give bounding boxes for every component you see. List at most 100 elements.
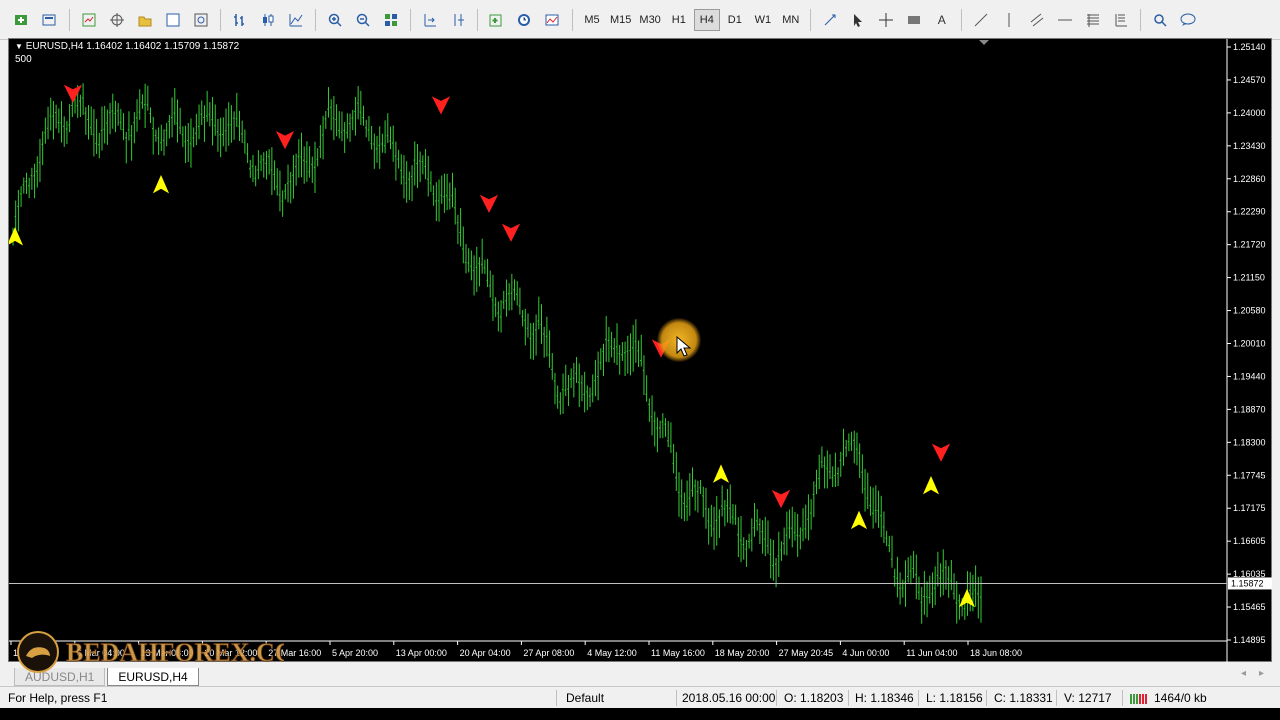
status-divider — [918, 690, 919, 706]
traffic-text: 1464/0 kb — [1154, 691, 1207, 705]
buy-signal-arrow — [922, 475, 940, 495]
navigator-icon[interactable] — [105, 9, 129, 31]
timeframe-m30-button[interactable]: M30 — [636, 9, 663, 31]
chart-window[interactable]: 1.25140 1.24570 1.24000 1.23430 1.22860 1.222… — [8, 38, 1273, 663]
fibonacci-icon[interactable] — [1081, 9, 1105, 31]
toolbar-separator — [315, 8, 316, 31]
sell-signal-arrow — [931, 443, 951, 462]
timeframe-m5-button[interactable]: M5 — [579, 9, 605, 31]
chat-icon[interactable] — [1176, 9, 1200, 31]
toolbar-separator — [220, 8, 221, 31]
text-icon[interactable]: A — [930, 9, 954, 31]
data-window-icon[interactable] — [133, 9, 157, 31]
timeframe-w1-button[interactable]: W1 — [750, 9, 776, 31]
bar-datetime: 2018.05.16 00:00 — [682, 691, 776, 705]
status-bar: For Help, press F1 Default 2018.05.16 00… — [0, 686, 1280, 708]
sell-signal-arrow — [501, 223, 521, 242]
time-axis-label: 27 May 20:45 — [779, 648, 834, 658]
toolbar-separator — [1139, 8, 1141, 31]
vertical-line-icon[interactable] — [997, 9, 1021, 31]
tab-scroll-right-icon[interactable]: ▸ — [1259, 668, 1264, 679]
status-divider — [986, 690, 987, 706]
profile-name[interactable]: Default — [566, 691, 604, 705]
time-axis-label: 13 Mar 08:00 — [141, 648, 194, 658]
sell-signal-arrow — [431, 96, 451, 115]
zoom-in-icon[interactable] — [323, 9, 347, 31]
price-axis-label: 1.21150 — [1233, 273, 1265, 283]
zoom-out-icon[interactable] — [351, 9, 375, 31]
tab-label: EURUSD,H4 — [118, 669, 188, 684]
profiles-icon[interactable] — [38, 9, 62, 31]
toolbar-separator — [572, 8, 573, 31]
status-divider — [1056, 690, 1057, 706]
price-axis-label: 1.15465 — [1233, 602, 1266, 612]
line-chart-icon[interactable] — [284, 9, 308, 31]
gann-icon[interactable] — [1109, 9, 1133, 31]
trendline-icon[interactable] — [969, 9, 993, 31]
main-toolbar: M5 M15 M30 H1 H4 D1 W1 MN A — [0, 0, 1280, 40]
toolbar-separator — [69, 8, 70, 31]
tab-label: AUDUSD,H1 — [25, 669, 95, 684]
time-axis-label: 13 Apr 00:00 — [396, 648, 447, 658]
buy-signal-arrow — [712, 464, 730, 483]
status-divider — [776, 690, 777, 706]
tab-scroll-left-icon[interactable]: ◂ — [1241, 668, 1246, 679]
price-axis-label: 1.22860 — [1233, 174, 1266, 184]
new-chart-icon[interactable] — [10, 9, 34, 31]
chart-canvas[interactable]: 1.25140 1.24570 1.24000 1.23430 1.22860 1.222… — [9, 39, 1273, 663]
price-axis-label: 1.14895 — [1233, 635, 1266, 645]
price-axis-label: 1.16605 — [1233, 536, 1266, 546]
connection-bars-icon[interactable] — [1130, 692, 1152, 707]
sell-signal-arrow — [479, 194, 499, 213]
time-axis-label: 20 Apr 04:00 — [460, 648, 511, 658]
time-axis-label: 27 Mar 16:00 — [268, 648, 321, 658]
price-axis-label: 1.17745 — [1233, 470, 1266, 480]
line-studies-icon[interactable] — [818, 9, 842, 31]
terminal-icon[interactable] — [161, 9, 185, 31]
time-axis-label: 6 Mar 04:00 — [77, 648, 125, 658]
timeframe-mn-button[interactable]: MN — [778, 9, 804, 31]
status-divider — [1122, 690, 1123, 706]
indicators-icon[interactable] — [485, 9, 509, 31]
price-axis-label: 1.23430 — [1233, 141, 1266, 151]
timeframe-m15-button[interactable]: M15 — [607, 9, 634, 31]
tab-eurusd-h4[interactable]: EURUSD,H4 — [107, 668, 199, 686]
search-icon[interactable] — [1148, 9, 1172, 31]
bar-low: L: 1.18156 — [926, 691, 983, 705]
symbol-info-line: ▼ EURUSD,H4 1.16402 1.16402 1.15709 1.15… — [15, 41, 239, 52]
toolbar-separator — [410, 8, 411, 31]
price-axis-label: 1.21720 — [1233, 240, 1266, 250]
status-divider — [556, 690, 557, 706]
time-axis-label: 4 Jun 00:00 — [842, 648, 889, 658]
market-watch-icon[interactable] — [77, 9, 101, 31]
timeframe-h1-button[interactable]: H1 — [666, 9, 692, 31]
tab-audusd-h1[interactable]: AUDUSD,H1 — [14, 668, 106, 686]
bar-chart-icon[interactable] — [228, 9, 252, 31]
time-axis-label: 18 May 20:00 — [715, 648, 770, 658]
cursor-icon[interactable] — [846, 9, 870, 31]
periods-icon[interactable] — [513, 9, 537, 31]
rectangle-icon[interactable] — [902, 9, 926, 31]
timeframe-h4-button[interactable]: H4 — [693, 8, 720, 31]
channel-icon[interactable] — [1025, 9, 1049, 31]
candlestick-icon[interactable] — [256, 9, 280, 31]
timeframe-d1-button[interactable]: D1 — [722, 9, 748, 31]
bar-volume: V: 12717 — [1064, 691, 1112, 705]
templates-icon[interactable] — [541, 9, 565, 31]
strategy-tester-icon[interactable] — [189, 9, 213, 31]
price-axis-label: 1.24570 — [1233, 75, 1266, 85]
time-axis-label: 27 Apr 08:00 — [523, 648, 574, 658]
time-axis-label: 11 May 16:00 — [651, 648, 705, 658]
time-axis-label: 18 Jun 08:00 — [970, 648, 1022, 658]
collapse-triangle-icon[interactable]: ▼ — [15, 42, 23, 51]
chart-tabs: AUDUSD,H1 EURUSD,H4 ◂ ▸ — [8, 664, 1272, 686]
crosshair-icon[interactable] — [874, 9, 898, 31]
horizontal-line-icon[interactable] — [1053, 9, 1077, 31]
price-axis-label: 1.25140 — [1233, 42, 1266, 52]
chart-shift-icon[interactable] — [446, 9, 470, 31]
toolbar-separator — [960, 8, 962, 31]
bars-count-label: 500 — [15, 54, 32, 65]
price-axis-label: 1.20580 — [1233, 306, 1266, 316]
autoscroll-icon[interactable] — [418, 9, 442, 31]
tile-windows-icon[interactable] — [379, 9, 403, 31]
